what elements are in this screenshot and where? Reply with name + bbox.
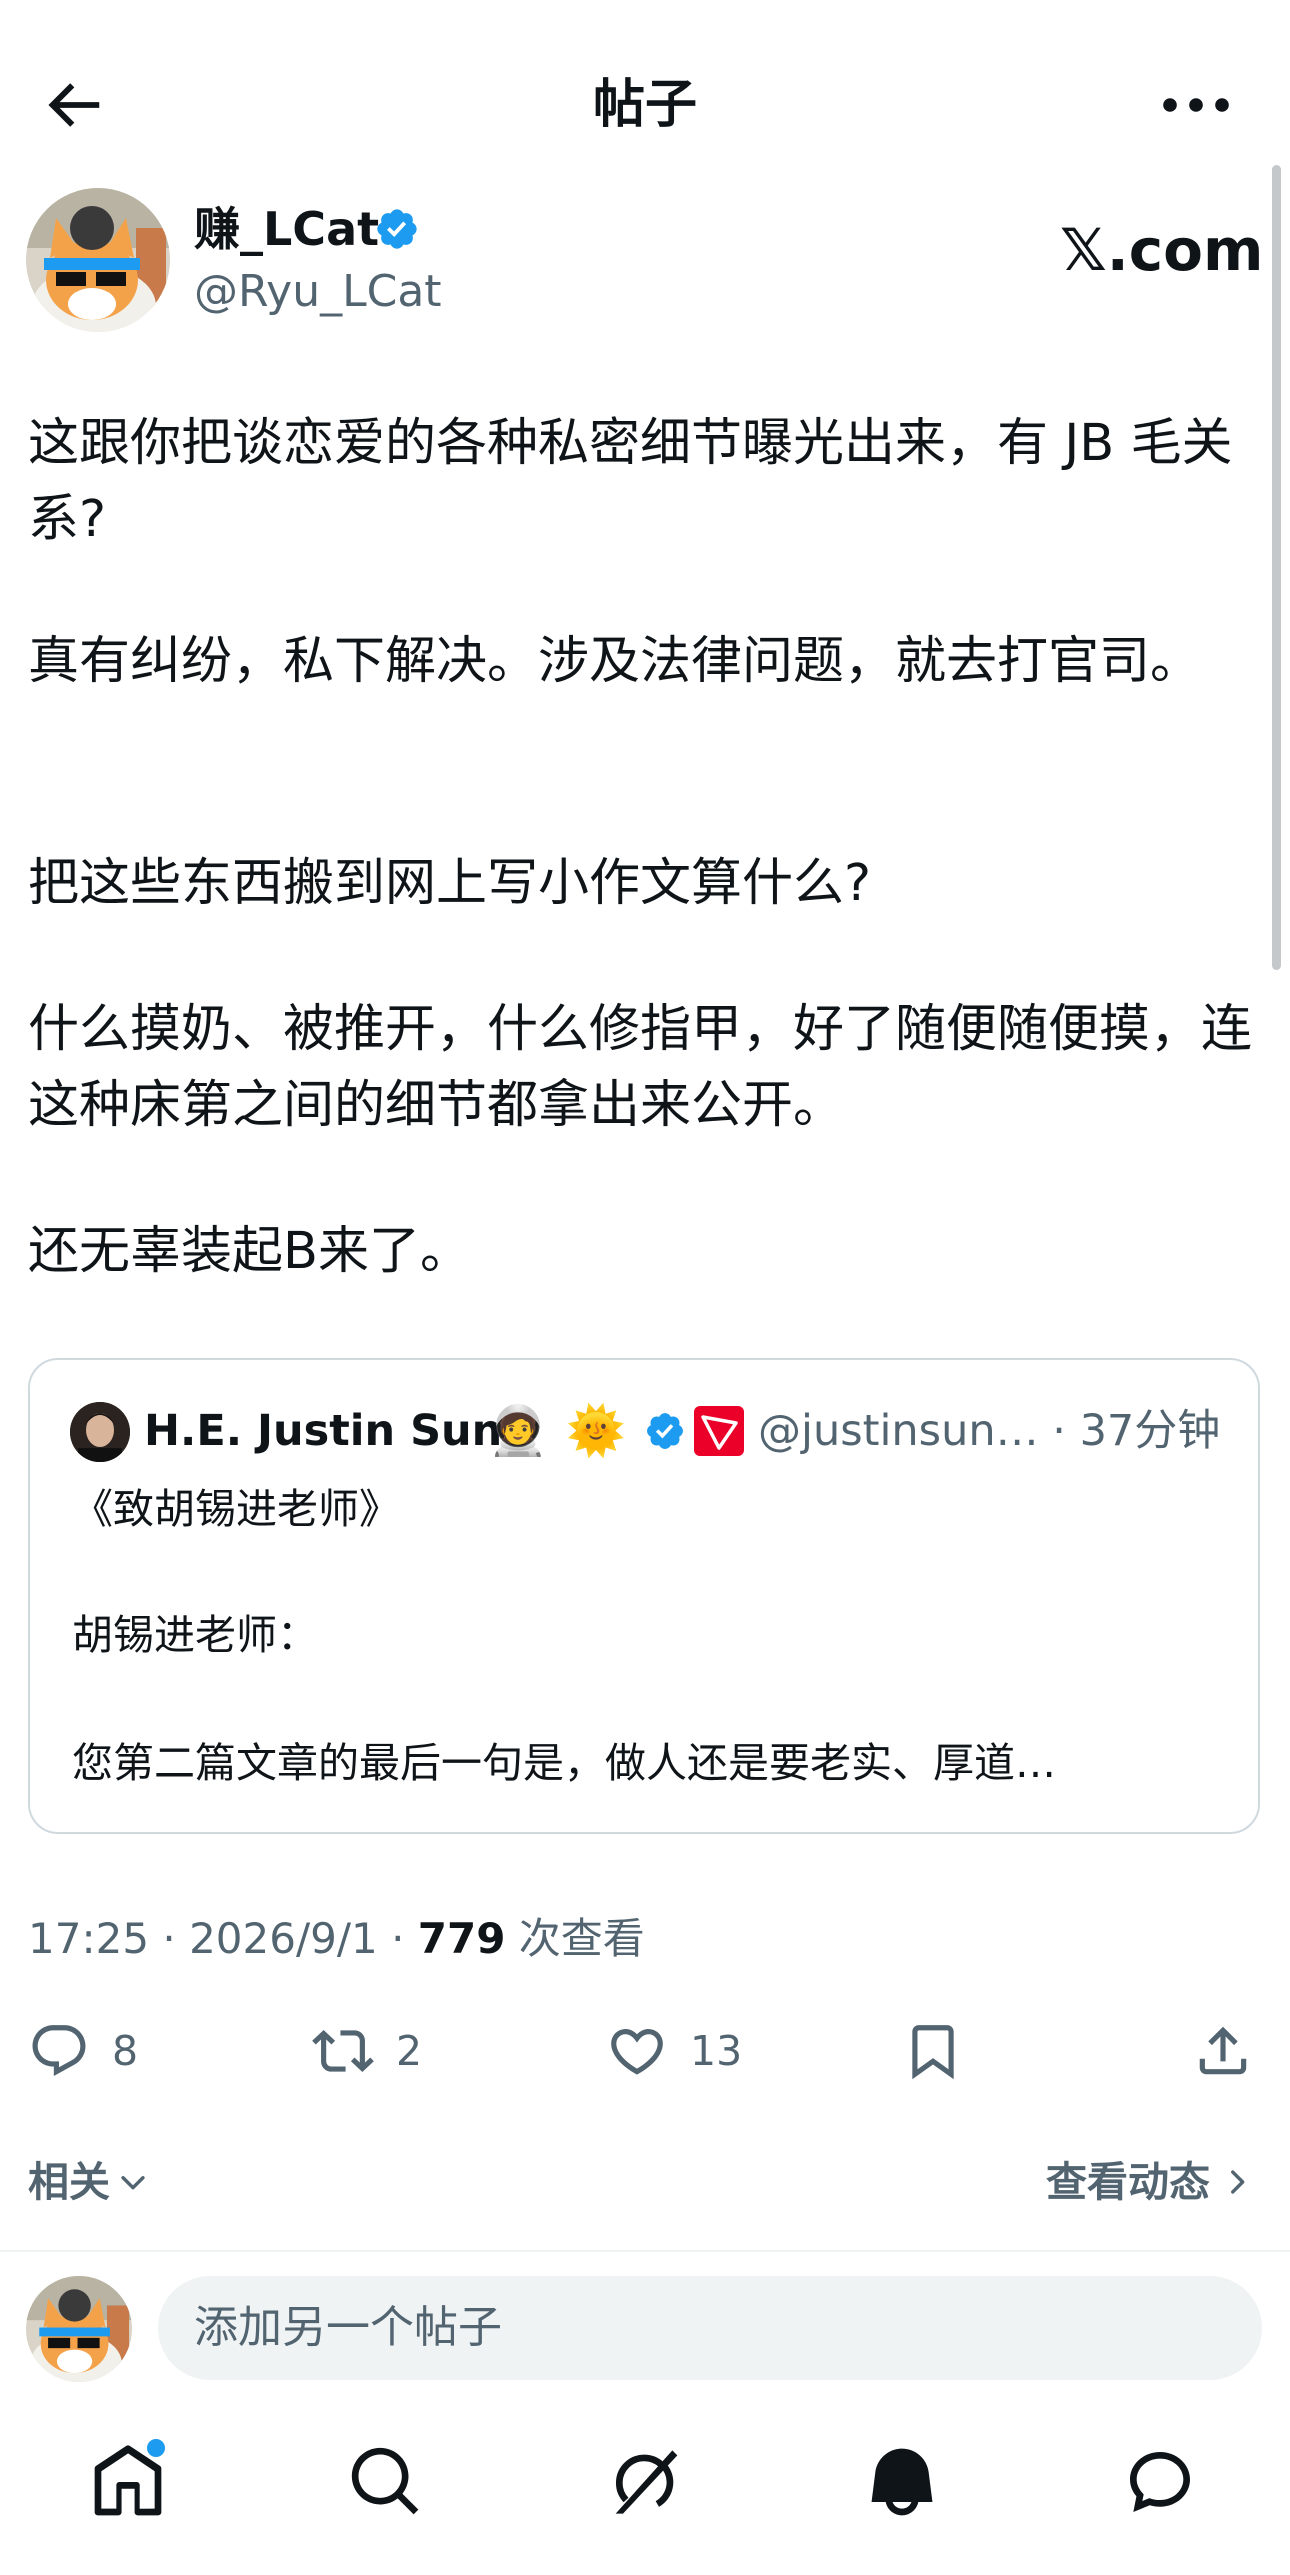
- reply-icon: [32, 2025, 86, 2077]
- sun-emoji: 🌞: [566, 1403, 626, 1459]
- post-paragraph: 真有纠纷，私下解决。涉及法律问题，就去打官司。: [28, 632, 1202, 691]
- share-icon: [1199, 2026, 1247, 2075]
- share-button[interactable]: [1192, 2016, 1254, 2086]
- quoted-post-card[interactable]: H.E. Justin Sun 🧑‍🚀 🌞 @justinsun… · 37分钟…: [28, 1358, 1260, 1834]
- repost-icon: [312, 2030, 374, 2072]
- quoted-author-avatar[interactable]: [70, 1402, 130, 1462]
- messages-icon[interactable]: [1120, 2442, 1200, 2522]
- views-count: 779: [417, 1914, 506, 1963]
- reply-count: 8: [112, 2027, 139, 2075]
- bookmark-button[interactable]: [902, 2016, 964, 2086]
- quoted-handle-time: @justinsun… · 37分钟: [758, 1406, 1221, 1456]
- author-name[interactable]: 赚_LCat: [194, 198, 379, 260]
- astronaut-emoji: 🧑‍🚀: [488, 1403, 548, 1459]
- chevron-right-icon: [1231, 2170, 1245, 2194]
- scrollbar-thumb[interactable]: [1272, 165, 1281, 970]
- repost-button[interactable]: 2: [312, 2016, 422, 2086]
- author-avatar[interactable]: [26, 188, 170, 332]
- verified-badge-icon: [644, 1410, 686, 1452]
- reply-input[interactable]: 添加另一个帖子: [158, 2276, 1262, 2380]
- post-paragraph: 这跟你把谈恋爱的各种私密细节曝光出来，有 JB 毛关系?: [28, 414, 1233, 549]
- verified-badge-icon: [374, 206, 420, 252]
- view-activity-label: 查看动态: [1046, 2158, 1210, 2206]
- divider: [0, 2250, 1290, 2252]
- author-handle[interactable]: @Ryu_LCat: [194, 262, 442, 322]
- more-icon[interactable]: [1160, 80, 1232, 130]
- notifications-icon[interactable]: [862, 2442, 942, 2522]
- page-title: 帖子: [592, 75, 697, 135]
- post-paragraph: 把这些东西搬到网上写小作文算什么?: [28, 854, 872, 913]
- bookmark-icon: [912, 2025, 954, 2080]
- repost-count: 2: [396, 2027, 423, 2075]
- post-paragraph: 什么摸奶、被推开，什么修指甲，好了随便随便摸，连这种床第之间的细节都拿出来公开。: [28, 1000, 1253, 1135]
- unread-dot: [144, 2436, 168, 2460]
- post-meta: 17:25 · 2026/9/1 · 779 次查看: [28, 1908, 645, 1970]
- reply-button[interactable]: 8: [28, 2016, 138, 2086]
- like-count: 13: [690, 2027, 743, 2075]
- tron-affiliate-icon: [694, 1406, 744, 1456]
- post-paragraph: 还无辜装起B来了。: [28, 1222, 471, 1281]
- related-label: 相关: [28, 2158, 110, 2206]
- search-icon[interactable]: [346, 2442, 426, 2522]
- like-icon: [611, 2029, 663, 2075]
- quoted-author-name[interactable]: H.E. Justin Sun: [144, 1400, 502, 1462]
- quoted-excerpt: 您第二篇文章的最后一句是，做人还是要老实、厚道…: [72, 1739, 1056, 1787]
- chevron-down-icon: [121, 2176, 145, 2190]
- post-timestamp: 17:25 · 2026/9/1 ·: [28, 1914, 418, 1963]
- grok-icon[interactable]: [604, 2442, 684, 2522]
- quoted-title: 《致胡锡进老师》: [72, 1485, 400, 1533]
- quoted-salutation: 胡锡进老师：: [72, 1611, 318, 1659]
- x-com-logo: 𝕏.com: [1060, 216, 1264, 284]
- related-toggle[interactable]: 相关: [28, 2152, 150, 2212]
- view-activity-link[interactable]: 查看动态: [1046, 2152, 1254, 2212]
- reply-placeholder: 添加另一个帖子: [194, 2302, 502, 2353]
- views-label: 次查看: [505, 1914, 645, 1963]
- like-button[interactable]: 13: [606, 2016, 742, 2086]
- my-avatar[interactable]: [26, 2276, 132, 2382]
